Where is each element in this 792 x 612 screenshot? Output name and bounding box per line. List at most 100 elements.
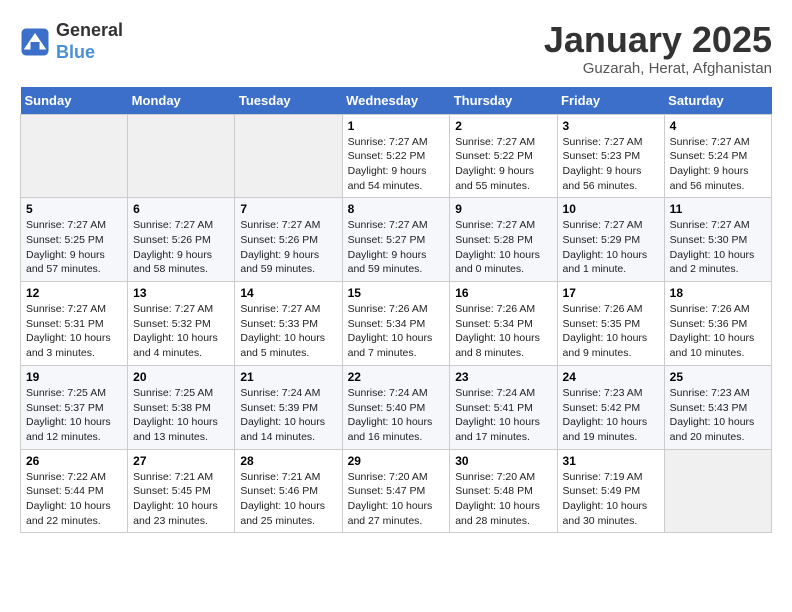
day-number: 5 bbox=[26, 202, 122, 216]
calendar-cell: 28Sunrise: 7:21 AMSunset: 5:46 PMDayligh… bbox=[235, 449, 342, 533]
day-info: Sunrise: 7:23 AMSunset: 5:42 PMDaylight:… bbox=[563, 386, 659, 445]
day-info: Sunrise: 7:26 AMSunset: 5:35 PMDaylight:… bbox=[563, 302, 659, 361]
day-number: 26 bbox=[26, 454, 122, 468]
weekday-header-tuesday: Tuesday bbox=[235, 87, 342, 115]
calendar-cell: 14 Sunrise: 7:27 AMSunset: 5:33 PMDayligh… bbox=[235, 282, 342, 366]
calendar-cell: 10Sunrise: 7:27 AMSunset: 5:29 PMDayligh… bbox=[557, 198, 664, 282]
day-number: 20 bbox=[133, 370, 229, 384]
calendar-cell: 31 Sunrise: 7:19 AMSunset: 5:49 PMDayligh… bbox=[557, 449, 664, 533]
calendar-cell: 7 Sunrise: 7:27 AMSunset: 5:26 PMDaylight… bbox=[235, 198, 342, 282]
day-info: Sunrise: 7:20 AMSunset: 5:47 PMDaylight:… bbox=[348, 470, 445, 529]
logo-line2: Blue bbox=[56, 42, 123, 64]
day-info: Sunrise: 7:27 AMSunset: 5:27 PMDaylight:… bbox=[348, 218, 445, 277]
weekday-header-thursday: Thursday bbox=[450, 87, 557, 115]
day-info: Sunrise: 7:26 AMSunset: 5:34 PMDaylight:… bbox=[348, 302, 445, 361]
calendar-cell: 24 Sunrise: 7:23 AMSunset: 5:42 PMDayligh… bbox=[557, 365, 664, 449]
day-info: Sunrise: 7:27 AMSunset: 5:25 PMDaylight:… bbox=[26, 218, 122, 277]
weekday-header-sunday: Sunday bbox=[21, 87, 128, 115]
day-number: 8 bbox=[348, 202, 445, 216]
day-number: 21 bbox=[240, 370, 336, 384]
calendar-cell bbox=[21, 114, 128, 198]
day-number: 30 bbox=[455, 454, 551, 468]
calendar-cell: 5 Sunrise: 7:27 AMSunset: 5:25 PMDaylight… bbox=[21, 198, 128, 282]
calendar-cell: 9Sunrise: 7:27 AMSunset: 5:28 PMDaylight… bbox=[450, 198, 557, 282]
calendar-cell: 20 Sunrise: 7:25 AMSunset: 5:38 PMDayligh… bbox=[128, 365, 235, 449]
day-number: 22 bbox=[348, 370, 445, 384]
day-info: Sunrise: 7:27 AMSunset: 5:33 PMDaylight:… bbox=[240, 302, 336, 361]
day-number: 3 bbox=[563, 119, 659, 133]
calendar-cell: 25 Sunrise: 7:23 AMSunset: 5:43 PMDayligh… bbox=[664, 365, 771, 449]
day-number: 11 bbox=[670, 202, 766, 216]
day-info: Sunrise: 7:24 AMSunset: 5:40 PMDaylight:… bbox=[348, 386, 445, 445]
calendar-cell: 23 Sunrise: 7:24 AMSunset: 5:41 PMDayligh… bbox=[450, 365, 557, 449]
calendar-cell: 17 Sunrise: 7:26 AMSunset: 5:35 PMDayligh… bbox=[557, 282, 664, 366]
calendar-week-row: 5 Sunrise: 7:27 AMSunset: 5:25 PMDaylight… bbox=[21, 198, 772, 282]
day-number: 25 bbox=[670, 370, 766, 384]
calendar-cell: 6 Sunrise: 7:27 AMSunset: 5:26 PMDaylight… bbox=[128, 198, 235, 282]
day-info: Sunrise: 7:27 AMSunset: 5:22 PMDaylight:… bbox=[455, 135, 551, 194]
day-info: Sunrise: 7:25 AMSunset: 5:37 PMDaylight:… bbox=[26, 386, 122, 445]
day-info: Sunrise: 7:20 AMSunset: 5:48 PMDaylight:… bbox=[455, 470, 551, 529]
calendar-cell: 19Sunrise: 7:25 AMSunset: 5:37 PMDayligh… bbox=[21, 365, 128, 449]
logo-line1: General bbox=[56, 20, 123, 42]
day-info: Sunrise: 7:27 AMSunset: 5:28 PMDaylight:… bbox=[455, 218, 551, 277]
logo: General Blue bbox=[20, 20, 123, 63]
calendar-subtitle: Guzarah, Herat, Afghanistan bbox=[544, 60, 772, 77]
day-number: 7 bbox=[240, 202, 336, 216]
day-info: Sunrise: 7:27 AMSunset: 5:22 PMDaylight:… bbox=[348, 135, 445, 194]
day-info: Sunrise: 7:23 AMSunset: 5:43 PMDaylight:… bbox=[670, 386, 766, 445]
calendar-cell: 11 Sunrise: 7:27 AMSunset: 5:30 PMDayligh… bbox=[664, 198, 771, 282]
calendar-week-row: 19Sunrise: 7:25 AMSunset: 5:37 PMDayligh… bbox=[21, 365, 772, 449]
day-number: 17 bbox=[563, 286, 659, 300]
day-info: Sunrise: 7:24 AMSunset: 5:41 PMDaylight:… bbox=[455, 386, 551, 445]
day-number: 15 bbox=[348, 286, 445, 300]
calendar-cell: 8 Sunrise: 7:27 AMSunset: 5:27 PMDaylight… bbox=[342, 198, 450, 282]
calendar-cell: 13Sunrise: 7:27 AMSunset: 5:32 PMDayligh… bbox=[128, 282, 235, 366]
day-info: Sunrise: 7:19 AMSunset: 5:49 PMDaylight:… bbox=[563, 470, 659, 529]
day-info: Sunrise: 7:22 AMSunset: 5:44 PMDaylight:… bbox=[26, 470, 122, 529]
calendar-week-row: 26 Sunrise: 7:22 AMSunset: 5:44 PMDayligh… bbox=[21, 449, 772, 533]
day-number: 29 bbox=[348, 454, 445, 468]
day-number: 31 bbox=[563, 454, 659, 468]
logo-icon bbox=[20, 27, 50, 57]
day-number: 23 bbox=[455, 370, 551, 384]
day-number: 28 bbox=[240, 454, 336, 468]
calendar-week-row: 12 Sunrise: 7:27 AMSunset: 5:31 PMDayligh… bbox=[21, 282, 772, 366]
day-info: Sunrise: 7:27 AMSunset: 5:23 PMDaylight:… bbox=[563, 135, 659, 194]
calendar-cell: 29 Sunrise: 7:20 AMSunset: 5:47 PMDayligh… bbox=[342, 449, 450, 533]
day-number: 6 bbox=[133, 202, 229, 216]
calendar-title: January 2025 bbox=[544, 20, 772, 60]
calendar-week-row: 1 Sunrise: 7:27 AMSunset: 5:22 PMDaylight… bbox=[21, 114, 772, 198]
day-number: 1 bbox=[348, 119, 445, 133]
day-info: Sunrise: 7:26 AMSunset: 5:36 PMDaylight:… bbox=[670, 302, 766, 361]
day-info: Sunrise: 7:27 AMSunset: 5:29 PMDaylight:… bbox=[563, 218, 659, 277]
day-info: Sunrise: 7:27 AMSunset: 5:26 PMDaylight:… bbox=[133, 218, 229, 277]
day-info: Sunrise: 7:25 AMSunset: 5:38 PMDaylight:… bbox=[133, 386, 229, 445]
calendar-cell bbox=[235, 114, 342, 198]
day-info: Sunrise: 7:24 AMSunset: 5:39 PMDaylight:… bbox=[240, 386, 336, 445]
day-number: 14 bbox=[240, 286, 336, 300]
day-info: Sunrise: 7:27 AMSunset: 5:30 PMDaylight:… bbox=[670, 218, 766, 277]
day-number: 24 bbox=[563, 370, 659, 384]
page-header: General Blue January 2025 Guzarah, Herat… bbox=[20, 20, 772, 77]
calendar-cell: 27Sunrise: 7:21 AMSunset: 5:45 PMDayligh… bbox=[128, 449, 235, 533]
calendar-cell: 12 Sunrise: 7:27 AMSunset: 5:31 PMDayligh… bbox=[21, 282, 128, 366]
calendar-cell: 3 Sunrise: 7:27 AMSunset: 5:23 PMDaylight… bbox=[557, 114, 664, 198]
calendar-cell: 2Sunrise: 7:27 AMSunset: 5:22 PMDaylight… bbox=[450, 114, 557, 198]
weekday-header-friday: Friday bbox=[557, 87, 664, 115]
day-info: Sunrise: 7:26 AMSunset: 5:34 PMDaylight:… bbox=[455, 302, 551, 361]
day-number: 12 bbox=[26, 286, 122, 300]
calendar-cell bbox=[664, 449, 771, 533]
day-number: 18 bbox=[670, 286, 766, 300]
day-number: 27 bbox=[133, 454, 229, 468]
calendar-cell: 15 Sunrise: 7:26 AMSunset: 5:34 PMDayligh… bbox=[342, 282, 450, 366]
day-info: Sunrise: 7:27 AMSunset: 5:31 PMDaylight:… bbox=[26, 302, 122, 361]
day-info: Sunrise: 7:27 AMSunset: 5:26 PMDaylight:… bbox=[240, 218, 336, 277]
calendar-cell: 16Sunrise: 7:26 AMSunset: 5:34 PMDayligh… bbox=[450, 282, 557, 366]
weekday-header-monday: Monday bbox=[128, 87, 235, 115]
title-block: January 2025 Guzarah, Herat, Afghanistan bbox=[544, 20, 772, 77]
calendar-table: SundayMondayTuesdayWednesdayThursdayFrid… bbox=[20, 87, 772, 534]
day-info: Sunrise: 7:27 AMSunset: 5:24 PMDaylight:… bbox=[670, 135, 766, 194]
calendar-cell: 30 Sunrise: 7:20 AMSunset: 5:48 PMDayligh… bbox=[450, 449, 557, 533]
weekday-header-row: SundayMondayTuesdayWednesdayThursdayFrid… bbox=[21, 87, 772, 115]
